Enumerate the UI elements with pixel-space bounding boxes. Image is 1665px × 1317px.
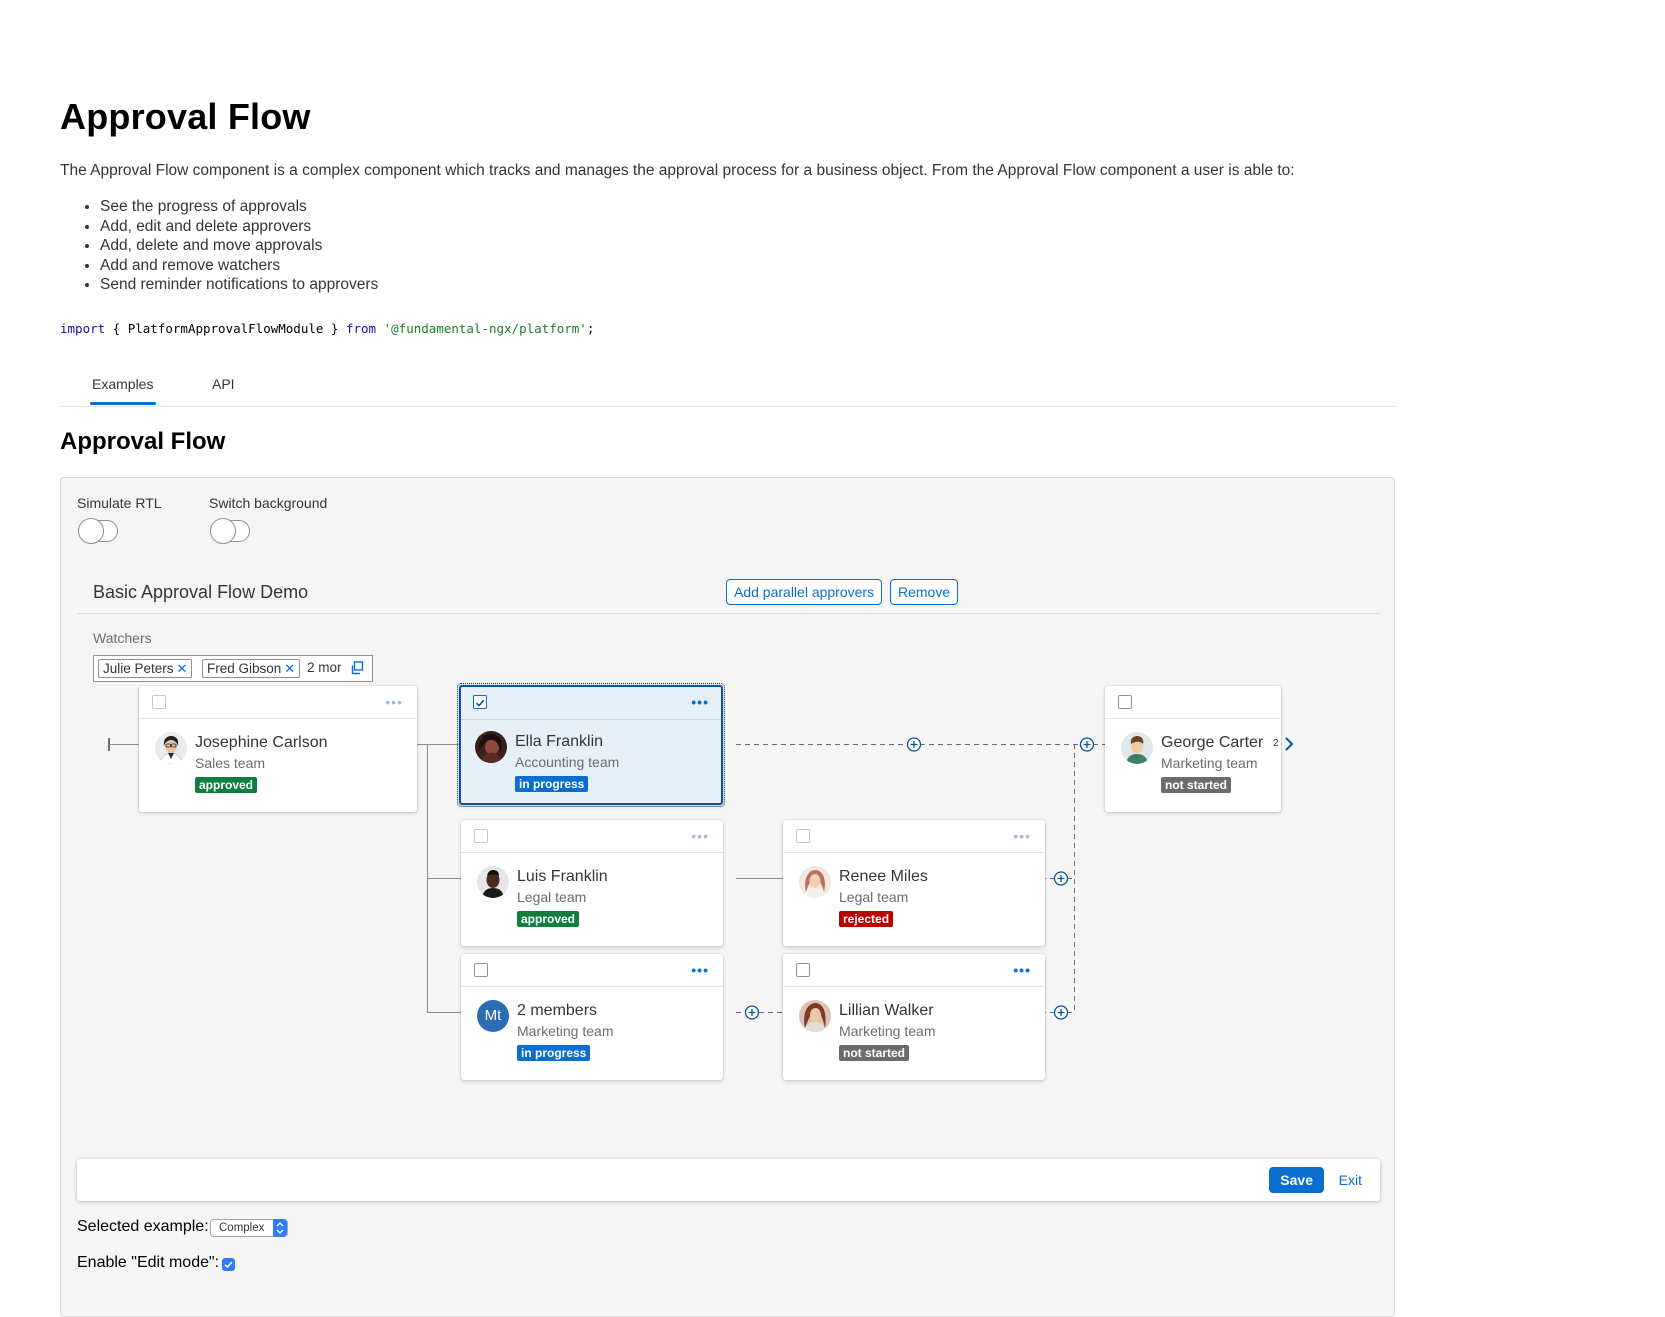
status-badge: in progress [515, 776, 589, 792]
approval-node[interactable]: ••• Lillian Walker Marketing team not st… [783, 954, 1045, 1080]
add-step-icon[interactable] [744, 1005, 760, 1020]
avatar [799, 866, 831, 898]
checkmark-icon [475, 699, 485, 707]
add-step-icon[interactable] [1079, 737, 1095, 752]
chevron-right-icon[interactable] [1283, 736, 1295, 752]
approver-team: Marketing team [1161, 755, 1258, 771]
status-badge: rejected [839, 911, 894, 927]
page-indicator: 2 [1273, 738, 1279, 749]
node-header [1105, 686, 1281, 719]
node-checkbox[interactable] [796, 829, 810, 843]
more-options-icon[interactable]: ••• [691, 963, 709, 977]
node-checkbox[interactable] [474, 829, 488, 843]
add-step-icon[interactable] [1053, 1005, 1069, 1020]
active-tab-indicator [90, 402, 156, 405]
approver-name: Josephine Carlson [195, 734, 328, 751]
more-options-icon[interactable]: ••• [691, 829, 709, 843]
approver-team: Marketing team [839, 1023, 936, 1039]
code-module: { PlatformApprovalFlowModule } [105, 321, 346, 336]
node-checkbox[interactable] [152, 695, 166, 709]
intro-text: The Approval Flow component is a complex… [60, 162, 1295, 179]
import-code: import { PlatformApprovalFlowModule } fr… [60, 321, 594, 336]
node-header: ••• [139, 686, 417, 719]
node-checkbox-checked[interactable] [473, 695, 487, 709]
avatar-initials: Mt [477, 1000, 509, 1032]
code-end: ; [586, 321, 595, 336]
checkmark-icon [224, 1261, 233, 1269]
edit-mode-checkbox[interactable] [222, 1258, 235, 1271]
approval-node-selected[interactable]: ••• Ella Franklin Accounting team in pro… [457, 683, 725, 807]
list-item: Add and remove watchers [100, 256, 378, 276]
approver-name: Lillian Walker [839, 1002, 934, 1019]
code-path: '@fundamental-ngx/platform' [383, 321, 587, 336]
more-options-icon[interactable]: ••• [385, 695, 403, 709]
node-header: ••• [461, 954, 723, 987]
avatar [799, 1000, 831, 1032]
node-checkbox[interactable] [474, 963, 488, 977]
status-badge: not started [839, 1045, 910, 1061]
node-checkbox[interactable] [796, 963, 810, 977]
page-title: Approval Flow [60, 96, 311, 137]
approver-name: Renee Miles [839, 868, 928, 885]
avatar [475, 731, 507, 763]
code-keyword-from: from [345, 321, 377, 336]
more-options-icon[interactable]: ••• [1013, 829, 1031, 843]
avatar [155, 732, 187, 764]
approval-node[interactable]: ••• Renee Miles Legal team rejected [783, 820, 1045, 946]
status-badge: not started [1161, 777, 1232, 793]
list-item: Add, edit and delete approvers [100, 217, 378, 237]
approver-team: Legal team [839, 889, 909, 905]
approver-team: Legal team [517, 889, 587, 905]
approval-node[interactable]: ••• Josephine Carlson Sales team approve… [139, 686, 417, 812]
node-header: ••• [461, 687, 721, 720]
add-step-icon[interactable] [906, 737, 922, 752]
approver-name: George Carter [1161, 734, 1264, 751]
list-item: Send reminder notifications to approvers [100, 275, 378, 295]
avatar [477, 866, 509, 898]
node-checkbox[interactable] [1118, 695, 1132, 709]
approver-name: 2 members [517, 1002, 598, 1019]
select-value: Complex [219, 1222, 265, 1234]
example-select[interactable]: Complex [210, 1219, 288, 1237]
approval-node[interactable]: George Carter Marketing team not started [1105, 686, 1281, 812]
node-header: ••• [461, 820, 723, 853]
approval-node[interactable]: ••• Luis Franklin Legal team approved [461, 820, 723, 946]
flow-connectors [108, 737, 1105, 1020]
node-header: ••• [783, 954, 1045, 987]
tab-examples[interactable]: Examples [92, 376, 153, 392]
example-container: Simulate RTL Switch background Basic App… [60, 477, 1395, 1317]
edit-mode-label: Enable "Edit mode": [77, 1254, 220, 1271]
list-item: Add, delete and move approvals [100, 236, 378, 256]
more-options-icon[interactable]: ••• [691, 695, 709, 709]
status-badge: in progress [517, 1045, 591, 1061]
feature-list: See the progress of approvals Add, edit … [60, 197, 378, 295]
node-header: ••• [783, 820, 1045, 853]
status-badge: approved [195, 777, 258, 793]
code-keyword-import: import [60, 321, 106, 336]
approval-node[interactable]: ••• Mt 2 members Marketing team in progr… [461, 954, 723, 1080]
approver-team: Marketing team [517, 1023, 614, 1039]
edit-action-bar: Save Exit [77, 1159, 1380, 1201]
approver-name: Luis Franklin [517, 868, 608, 885]
exit-button[interactable]: Exit [1333, 1167, 1368, 1193]
approver-team: Sales team [195, 755, 266, 771]
add-step-icon[interactable] [1053, 871, 1069, 886]
save-button[interactable]: Save [1269, 1167, 1324, 1193]
avatar [1121, 732, 1153, 764]
more-options-icon[interactable]: ••• [1013, 963, 1031, 977]
section-title: Approval Flow [60, 428, 226, 455]
list-item: See the progress of approvals [100, 197, 378, 217]
select-arrow-icon [273, 1219, 287, 1237]
selected-example-label: Selected example: [77, 1218, 209, 1235]
approver-name: Ella Franklin [515, 733, 604, 750]
approver-team: Accounting team [515, 754, 620, 770]
status-badge: approved [517, 911, 580, 927]
tab-api[interactable]: API [212, 376, 235, 392]
tab-bar: Examples API [60, 364, 1395, 407]
